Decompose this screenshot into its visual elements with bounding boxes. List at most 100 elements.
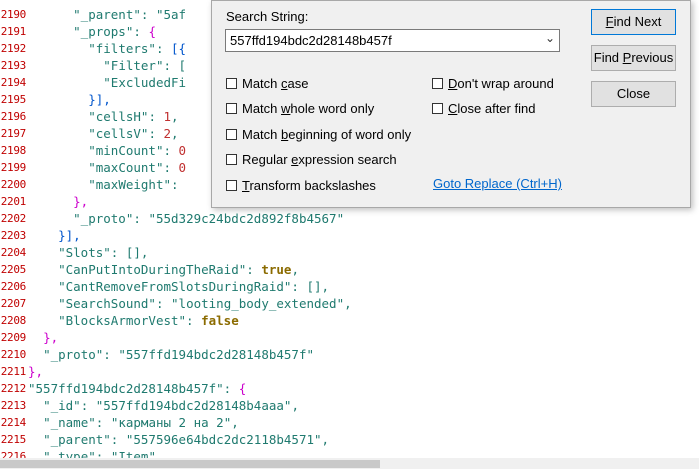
code-line[interactable]: "_type": "Item",: [28, 448, 163, 458]
code-token: "Slots": [58, 245, 111, 260]
code-token: "557ffd194bdc2d28148b4aaa": [95, 398, 292, 413]
line-number: 2191: [0, 25, 27, 38]
code-line[interactable]: "_props": {: [28, 23, 156, 40]
line-number: 2202: [0, 212, 27, 225]
close-button[interactable]: Close: [591, 81, 676, 107]
code-token: "_parent": [73, 7, 141, 22]
code-line[interactable]: }],: [28, 91, 111, 108]
search-input-value[interactable]: 557ffd194bdc2d28148b457f: [230, 33, 392, 48]
code-line[interactable]: "_proto": "557ffd194bdc2d28148b457f": [28, 346, 314, 363]
transform-backslashes-label: Transform backslashes: [242, 177, 376, 193]
code-token: :: [163, 160, 179, 175]
code-token: "cellsV": [88, 126, 149, 141]
match-case-checkbox[interactable]: Match case: [226, 74, 308, 92]
code-token: "55d329c24bdc2d892f8b4567": [148, 211, 345, 226]
code-token: "_parent": [43, 432, 111, 447]
code-token: :: [246, 262, 262, 277]
scrollbar-thumb[interactable]: [0, 460, 380, 468]
checkbox-box[interactable]: [432, 77, 443, 89]
code-line[interactable]: "BlocksArmorVest": false: [28, 312, 239, 329]
match-whole-word-checkbox[interactable]: Match whole word only: [226, 99, 374, 117]
code-token: "Item": [110, 449, 156, 458]
code-line[interactable]: "ExcludedFi: [28, 74, 186, 91]
close-after-find-checkbox[interactable]: Close after find: [432, 99, 535, 117]
code-token: :: [148, 109, 164, 124]
horizontal-scrollbar[interactable]: [0, 458, 699, 469]
line-number: 2215: [0, 433, 27, 446]
code-line[interactable]: "minCount": 0: [28, 142, 186, 159]
line-number: 2196: [0, 110, 27, 123]
code-token: : [: [163, 58, 187, 73]
code-token: :: [186, 313, 202, 328]
code-line[interactable]: "SearchSound": "looting_body_extended",: [28, 295, 352, 312]
code-line[interactable]: "Filter": [: [28, 57, 186, 74]
line-number: 2194: [0, 76, 27, 89]
code-line[interactable]: "CantRemoveFromSlotsDuringRaid": [],: [28, 278, 329, 295]
line-number: 2198: [0, 144, 27, 157]
code-token: :: [155, 41, 172, 56]
code-token: ,: [231, 415, 239, 430]
code-line[interactable]: "filters": [{: [28, 40, 186, 57]
code-line[interactable]: "_parent": "5af: [28, 6, 186, 23]
checkbox-box[interactable]: [432, 102, 443, 114]
goto-replace-link[interactable]: Goto Replace (Ctrl+H): [433, 176, 562, 191]
checkbox-box[interactable]: [226, 153, 237, 165]
checkbox-box[interactable]: [226, 179, 237, 191]
line-number: 2206: [0, 280, 27, 293]
dont-wrap-checkbox[interactable]: Don't wrap around: [432, 74, 554, 92]
code-line[interactable]: "_parent": "557596e64bdc2dc2118b4571",: [28, 431, 329, 448]
code-token: "CantRemoveFromSlotsDuringRaid": [58, 279, 292, 294]
line-number: 2193: [0, 59, 27, 72]
code-token: "557ffd194bdc2d28148b457f": [28, 381, 224, 396]
code-line[interactable]: "cellsV": 2,: [28, 125, 178, 142]
code-token: :: [223, 381, 239, 396]
code-token: }],: [58, 228, 81, 243]
transform-backslashes-checkbox[interactable]: Transform backslashes: [226, 176, 376, 194]
code-line[interactable]: },: [28, 329, 58, 346]
code-token: "cellsH": [88, 109, 149, 124]
code-line[interactable]: "maxCount": 0: [28, 159, 186, 176]
line-number: 2213: [0, 399, 27, 412]
find-next-button[interactable]: Find Next: [591, 9, 676, 35]
code-token: false: [201, 313, 239, 328]
code-token: "BlocksArmorVest": [58, 313, 187, 328]
line-number: 2192: [0, 42, 27, 55]
checkbox-box[interactable]: [226, 128, 237, 140]
code-line[interactable]: "_id": "557ffd194bdc2d28148b4aaa",: [28, 397, 299, 414]
code-token: :: [155, 296, 172, 311]
code-line[interactable]: "CanPutIntoDuringTheRaid": true,: [28, 261, 299, 278]
code-line[interactable]: },: [28, 193, 88, 210]
code-line[interactable]: "_proto": "55d329c24bdc2d892f8b4567": [28, 210, 344, 227]
line-number: 2197: [0, 127, 27, 140]
code-token: :: [163, 143, 179, 158]
code-line[interactable]: "_name": "карманы 2 на 2",: [28, 414, 239, 431]
line-number: 2199: [0, 161, 27, 174]
code-token: :: [171, 177, 187, 192]
code-token: {: [238, 381, 247, 396]
code-token: "maxWeight": [88, 177, 172, 192]
search-input[interactable]: 557ffd194bdc2d28148b457f ⌄: [225, 29, 560, 52]
regex-checkbox[interactable]: Regular expression search: [226, 150, 397, 168]
find-previous-button[interactable]: Find Previous: [591, 45, 676, 71]
match-whole-word-label: Match whole word only: [242, 100, 375, 116]
code-token: true: [261, 262, 292, 277]
chevron-down-icon[interactable]: ⌄: [545, 31, 555, 45]
code-line[interactable]: "maxWeight":: [28, 176, 186, 193]
code-line[interactable]: "Slots": [],: [28, 244, 148, 261]
code-line[interactable]: "557ffd194bdc2d28148b457f": {: [28, 380, 246, 397]
code-line[interactable]: },: [28, 363, 43, 380]
code-token: "_id": [43, 398, 81, 413]
code-line[interactable]: }],: [28, 227, 81, 244]
match-case-label: Match case: [242, 75, 309, 91]
code-token: "filters": [88, 41, 156, 56]
code-token: "_proto": [43, 347, 104, 362]
code-token: "ExcludedFi: [103, 75, 187, 90]
checkbox-box[interactable]: [226, 77, 237, 89]
checkbox-box[interactable]: [226, 102, 237, 114]
match-beginning-checkbox[interactable]: Match beginning of word only: [226, 125, 411, 143]
line-number: 2200: [0, 178, 27, 191]
find-dialog: Search String: 557ffd194bdc2d28148b457f …: [211, 0, 691, 208]
line-number: 2210: [0, 348, 27, 361]
code-token: "_proto": [73, 211, 134, 226]
code-line[interactable]: "cellsH": 1,: [28, 108, 178, 125]
